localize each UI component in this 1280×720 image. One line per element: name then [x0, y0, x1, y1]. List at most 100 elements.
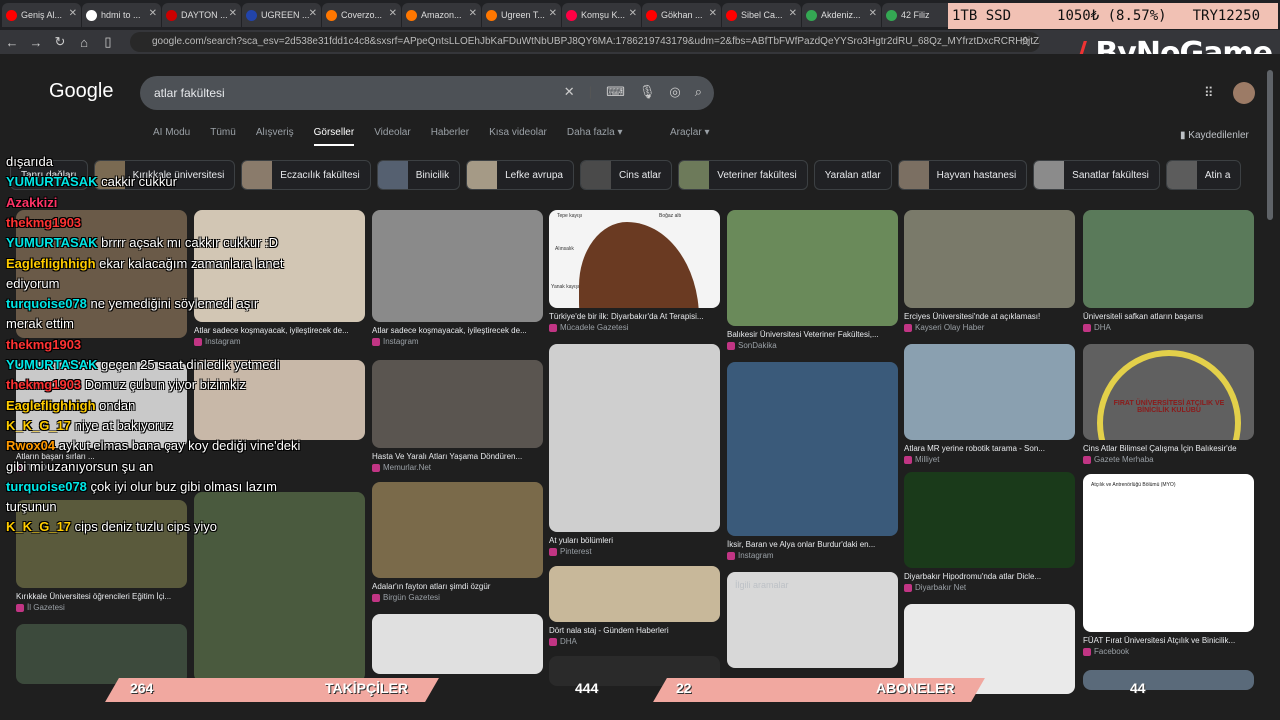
result-caption[interactable]: Atlara MR yerine robotik tarama - Son... — [904, 444, 1075, 453]
related-chip[interactable]: Lefke avrupa — [466, 160, 574, 190]
saved-link[interactable]: ▮ Kaydedilenler — [1180, 130, 1249, 141]
tools-menu[interactable]: Araçlar ▾ — [670, 127, 710, 138]
image-result-card[interactable]: Atlara MR yerine robotik tarama - Son...… — [904, 344, 1075, 464]
result-image[interactable] — [549, 344, 720, 532]
image-result-card[interactable]: Dört nala staj - Gündem Haberleri DHA — [549, 566, 720, 646]
search-icon[interactable]: ⌕ — [695, 84, 702, 100]
image-result-card[interactable]: Balıkesir Üniversitesi Veteriner Fakülte… — [727, 210, 898, 350]
result-image[interactable]: FIRAT ÜNİVERSİTESİ ATÇILIK VE BİNİCİLİK … — [1083, 344, 1254, 440]
result-image[interactable] — [194, 210, 365, 322]
result-image[interactable] — [904, 472, 1075, 568]
tab-close-icon[interactable]: ✕ — [869, 8, 877, 19]
scrollbar[interactable] — [1266, 60, 1274, 660]
lens-icon[interactable]: ◎ — [669, 84, 680, 100]
result-image[interactable]: İlgili aramalar — [727, 572, 898, 668]
related-chip[interactable]: Veteriner fakültesi — [678, 160, 808, 190]
google-logo[interactable]: Google — [49, 80, 114, 103]
tab-close-icon[interactable]: ✕ — [709, 8, 717, 19]
result-image[interactable] — [904, 210, 1075, 308]
image-result-card[interactable]: Erciyes Üniversitesi'nde at açıklaması! K… — [904, 210, 1075, 332]
search-tab[interactable]: Tümü — [210, 127, 236, 146]
result-image[interactable] — [1083, 210, 1254, 308]
search-tab[interactable]: Alışveriş — [256, 127, 294, 146]
search-input[interactable]: atlar fakültesi ✕ | ⌨ 🎙 ◎ ⌕ — [140, 76, 714, 110]
result-image[interactable] — [16, 362, 187, 448]
image-result-card[interactable] — [372, 614, 543, 674]
bookmark-star-icon[interactable]: ☆ — [1020, 34, 1031, 48]
avatar[interactable] — [1233, 82, 1255, 104]
tab-close-icon[interactable]: ✕ — [309, 8, 317, 19]
keyboard-icon[interactable]: ⌨ — [606, 84, 625, 100]
image-result-card[interactable] — [16, 210, 187, 338]
result-image[interactable] — [372, 614, 543, 674]
image-result-card[interactable]: Tepe kayışı Boğaz altı Alınsalık Yanak kayı… — [549, 210, 720, 332]
browser-tab[interactable]: Gökhan ... ✕ — [642, 3, 721, 27]
tab-close-icon[interactable]: ✕ — [549, 8, 557, 19]
tab-close-icon[interactable]: ✕ — [149, 8, 157, 19]
search-tab[interactable]: Haberler — [431, 127, 469, 146]
tab-close-icon[interactable]: ✕ — [789, 8, 797, 19]
image-result-card[interactable]: At yuları bölümleri Pinterest — [549, 344, 720, 556]
search-tab[interactable]: Görseller — [313, 127, 355, 146]
image-result-card[interactable]: Kırıkkale Üniversitesi öğrencileri Eğiti… — [16, 500, 187, 612]
result-image[interactable] — [372, 360, 543, 448]
result-image[interactable] — [194, 492, 365, 682]
clear-icon[interactable]: ✕ — [564, 84, 575, 100]
image-result-card[interactable]: Atçılık ve Antrenörlüğü Bölümü (MYO) FÜAT… — [1083, 474, 1254, 656]
apps-grid-icon[interactable]: ⠿ — [1204, 85, 1214, 101]
result-image[interactable] — [549, 566, 720, 622]
result-caption[interactable]: Hasta Ve Yaralı Atları Yaşama Döndüren..… — [372, 452, 543, 461]
image-result-card[interactable]: Diyarbakır Hipodromu'nda atlar Dicle... D… — [904, 472, 1075, 592]
home-icon[interactable]: ⌂ — [72, 35, 96, 50]
browser-tab[interactable]: hdmi to ... ✕ — [82, 3, 161, 27]
result-caption[interactable]: Cins Atlar Bilimsel Çalışma İçin Balıkes… — [1083, 444, 1254, 453]
url-field[interactable]: google.com/search?sca_esv=2d538e31fdd1c4… — [130, 32, 1040, 52]
search-query[interactable]: atlar fakültesi — [154, 86, 225, 100]
image-result-card[interactable]: Atların başarı sırları ... TV100 — [16, 362, 187, 472]
browser-tab[interactable]: Komşu K... ✕ — [562, 3, 641, 27]
result-caption[interactable]: Adalar'ın fayton atları şimdi özgür — [372, 582, 543, 591]
result-caption[interactable]: At yuları bölümleri — [549, 536, 720, 545]
mic-icon[interactable]: 🎙 — [639, 84, 656, 100]
image-result-card[interactable] — [194, 492, 365, 682]
search-tab[interactable]: AI Modu — [153, 127, 190, 146]
result-caption[interactable]: Kırıkkale Üniversitesi öğrencileri Eğiti… — [16, 592, 187, 601]
result-caption[interactable]: Atlar sadece koşmayacak, iyileştirecek d… — [194, 326, 365, 335]
image-result-card[interactable]: Atlar sadece koşmayacak, iyileştirecek d… — [372, 210, 543, 346]
related-chip[interactable]: Eczacılık fakültesi — [241, 160, 371, 190]
related-chip[interactable]: Binicilik — [376, 160, 461, 190]
result-image[interactable]: Tepe kayışı Boğaz altı Alınsalık Yanak kayı… — [549, 210, 720, 308]
result-caption[interactable]: Türkiye'de bir ilk: Diyarbakır'da At Ter… — [549, 312, 720, 321]
result-caption[interactable]: FÜAT Fırat Üniversitesi Atçılık ve Binic… — [1083, 636, 1254, 645]
image-result-card[interactable]: Hasta Ve Yaralı Atları Yaşama Döndüren..… — [372, 360, 543, 472]
result-image[interactable] — [372, 482, 543, 578]
tab-close-icon[interactable]: ✕ — [69, 8, 77, 19]
result-caption[interactable]: Erciyes Üniversitesi'nde at açıklaması! — [904, 312, 1075, 321]
result-caption[interactable]: Atlar sadece koşmayacak, iyileştirecek d… — [372, 326, 543, 335]
result-image[interactable] — [372, 210, 543, 322]
search-tab[interactable]: Videolar — [374, 127, 411, 146]
result-image[interactable] — [16, 210, 187, 338]
related-chip[interactable]: Yaralan atlar — [813, 160, 892, 190]
result-image[interactable] — [727, 362, 898, 536]
related-chip[interactable]: Atin a — [1165, 160, 1242, 190]
tab-close-icon[interactable]: ✕ — [629, 8, 637, 19]
browser-tab[interactable]: Geniş Al... ✕ — [2, 3, 81, 27]
sidepanel-icon[interactable]: ▯ — [96, 34, 120, 50]
result-caption[interactable]: İksir, Baran ve Alya onlar Burdur'daki e… — [727, 540, 898, 549]
reload-icon[interactable]: ↻ — [48, 34, 72, 50]
browser-tab[interactable]: DAYTON ... ✕ — [162, 3, 241, 27]
result-image[interactable] — [16, 500, 187, 588]
result-image[interactable] — [727, 210, 898, 326]
result-caption[interactable]: Balıkesir Üniversitesi Veteriner Fakülte… — [727, 330, 898, 339]
result-image[interactable] — [904, 344, 1075, 440]
image-result-card[interactable]: Adalar'ın fayton atları şimdi özgür Birgü… — [372, 482, 543, 602]
result-caption[interactable]: Üniversiteli safkan atların başarısı — [1083, 312, 1254, 321]
image-result-card[interactable]: İksir, Baran ve Alya onlar Burdur'daki e… — [727, 362, 898, 560]
result-caption[interactable]: Dört nala staj - Gündem Haberleri — [549, 626, 720, 635]
result-caption[interactable]: Atların başarı sırları ... — [16, 452, 187, 461]
tab-close-icon[interactable]: ✕ — [229, 8, 237, 19]
forward-icon[interactable]: → — [24, 35, 48, 50]
search-tab[interactable]: Kısa videolar — [489, 127, 547, 146]
tab-close-icon[interactable]: ✕ — [469, 8, 477, 19]
